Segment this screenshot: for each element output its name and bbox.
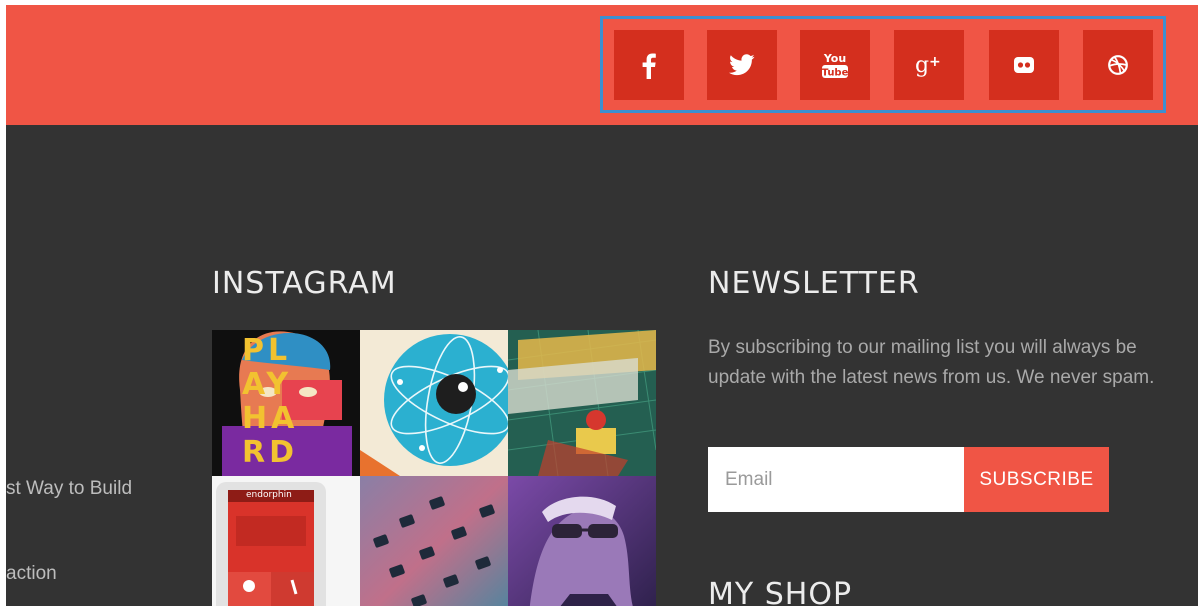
- footer: st Way to Build action INSTAGRAM PL AY H…: [6, 125, 1198, 606]
- post-link[interactable]: st Way to Build: [6, 478, 132, 500]
- instagram-photo[interactable]: [508, 476, 656, 606]
- google-plus-button[interactable]: g +: [894, 30, 964, 100]
- instagram-photo[interactable]: [360, 330, 508, 476]
- youtube-icon: You Tube: [822, 52, 849, 79]
- instagram-photo[interactable]: [360, 476, 508, 606]
- social-links-highlight: [600, 16, 1166, 113]
- dribbble-button[interactable]: [1083, 30, 1153, 100]
- shop-heading: MY SHOP: [708, 577, 853, 606]
- newsletter-heading: NEWSLETTER: [708, 266, 920, 301]
- instagram-photo-image: [508, 330, 656, 476]
- instagram-grid: PL AY HA RD endorphin: [212, 330, 656, 606]
- instagram-photo[interactable]: endorphin: [212, 476, 360, 606]
- facebook-button[interactable]: [614, 30, 684, 100]
- instagram-photo-image: [360, 476, 508, 606]
- email-field[interactable]: [708, 447, 964, 512]
- flickr-button[interactable]: [989, 30, 1059, 100]
- instagram-heading: INSTAGRAM: [212, 266, 397, 301]
- instagram-photo[interactable]: PL AY HA RD: [212, 330, 360, 476]
- instagram-photo-image: [360, 330, 508, 476]
- dribbble-icon: [1108, 55, 1128, 75]
- instagram-photo-caption: PL AY HA RD: [242, 333, 299, 470]
- youtube-button[interactable]: You Tube: [800, 30, 870, 100]
- google-plus-icon: g +: [915, 53, 941, 78]
- svg-text:+: +: [929, 54, 941, 70]
- subscribe-button[interactable]: SUBSCRIBE: [964, 447, 1109, 512]
- twitter-button[interactable]: [707, 30, 777, 100]
- flickr-icon: [1014, 57, 1034, 73]
- facebook-icon: [642, 53, 656, 79]
- page: You Tube g + st Way to Build action INST…: [6, 5, 1198, 606]
- post-link[interactable]: action: [6, 563, 57, 585]
- svg-text:Tube: Tube: [822, 68, 849, 79]
- svg-text:You: You: [823, 52, 846, 65]
- instagram-photo-caption: endorphin: [246, 490, 292, 500]
- instagram-photo-image: [508, 476, 656, 606]
- svg-text:g: g: [915, 53, 929, 78]
- social-bar: You Tube g +: [6, 5, 1198, 125]
- twitter-icon: [729, 54, 755, 76]
- instagram-photo[interactable]: [508, 330, 656, 476]
- newsletter-description: By subscribing to our mailing list you w…: [708, 337, 1155, 388]
